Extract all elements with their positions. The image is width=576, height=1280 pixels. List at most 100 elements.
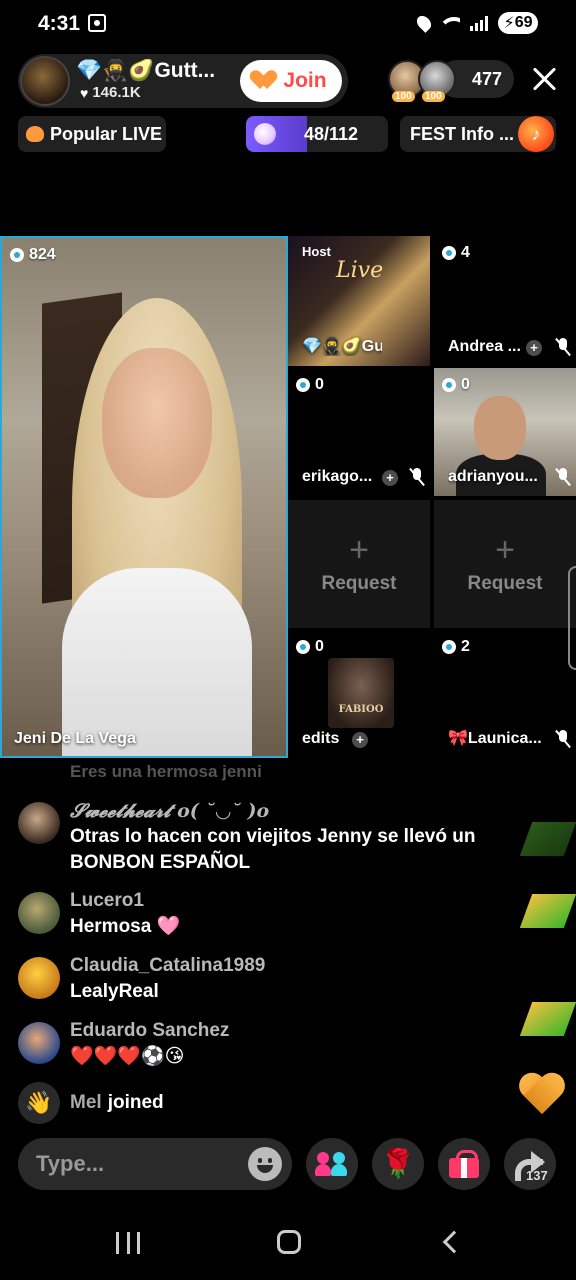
location-icon bbox=[414, 13, 434, 33]
host-name: 💎🥷🥑Gutt... bbox=[76, 59, 216, 82]
guest-tile-andrea[interactable]: 4 Andrea ... + bbox=[434, 236, 576, 366]
fest-info-label: FEST Info ... bbox=[410, 123, 514, 144]
chat-text: Otras lo hacen con viejitos Jenny se lle… bbox=[70, 826, 476, 873]
score-icon bbox=[10, 248, 24, 262]
viewer-avatar[interactable]: 100 bbox=[418, 60, 456, 102]
music-note-icon: ♪ bbox=[518, 116, 554, 152]
chat-text: LealyReal bbox=[70, 981, 159, 1002]
heart-icon bbox=[26, 126, 44, 142]
chat-username[interactable]: 𝓢𝔀𝓮𝓮𝓽𝓱𝓮𝓪𝓻𝓽 o( ˘◡˘ )o bbox=[70, 800, 269, 822]
goal-progress-text: 48/112 bbox=[304, 123, 359, 144]
guest-name: erikago... bbox=[302, 468, 373, 485]
chat-username[interactable]: Eduardo Sanchez bbox=[70, 1020, 229, 1042]
guest-tile-adrian[interactable]: 0 adrianyou... bbox=[434, 368, 576, 496]
rose-icon: 🌹 bbox=[380, 1148, 416, 1179]
chat-username[interactable]: Claudia_Catalina1989 bbox=[70, 955, 265, 977]
request-label: Request bbox=[467, 573, 543, 594]
guest-name: adrianyou... bbox=[448, 468, 538, 485]
battery-level: 69 bbox=[514, 14, 533, 31]
guest-score: 0 bbox=[296, 376, 324, 394]
score-icon bbox=[442, 246, 456, 260]
goal-progress[interactable]: 48/112 bbox=[246, 116, 388, 152]
guest-tile-edits[interactable]: FABIOO 0 edits + bbox=[288, 630, 430, 758]
guest-score-value: 824 bbox=[29, 246, 56, 263]
host-info[interactable]: 💎🥷🥑Gutt... ♥ 146.1K Join bbox=[18, 54, 348, 108]
signal-icon bbox=[470, 15, 488, 31]
request-slot-button[interactable]: + Request bbox=[434, 500, 576, 628]
guest-score-value: 0 bbox=[315, 638, 324, 655]
joined-username[interactable]: Mel bbox=[70, 1092, 102, 1114]
main-guest-video[interactable]: 824 Jeni De La Vega bbox=[0, 236, 288, 758]
request-slot-button[interactable]: + Request bbox=[288, 500, 430, 628]
people-icon bbox=[315, 1150, 349, 1178]
orb-icon bbox=[254, 123, 276, 145]
guest-score-value: 2 bbox=[461, 638, 470, 655]
guest-name: Jeni De La Vega bbox=[14, 730, 136, 747]
add-icon[interactable]: + bbox=[382, 470, 398, 486]
guest-tile-erika[interactable]: 0 erikago... + bbox=[288, 368, 430, 496]
score-icon bbox=[296, 640, 310, 654]
home-icon[interactable] bbox=[277, 1230, 301, 1254]
host-likes: ♥ 146.1K bbox=[80, 84, 141, 101]
chat-username[interactable]: Lucero1 bbox=[70, 890, 144, 912]
side-drawer-handle[interactable] bbox=[568, 566, 576, 670]
mic-off-icon bbox=[556, 468, 570, 486]
host-tile[interactable]: Host Live 💎🥷🥑Gutty ... bbox=[288, 236, 430, 366]
host-avatar[interactable] bbox=[20, 56, 70, 106]
heart-icon: ♥ bbox=[80, 84, 89, 101]
plus-icon: + bbox=[495, 531, 515, 569]
chat-avatar[interactable] bbox=[18, 802, 60, 844]
popular-live-button[interactable]: Popular LIVE bbox=[18, 116, 166, 152]
top-viewers[interactable]: 100 100 477 bbox=[388, 60, 514, 102]
comment-input[interactable]: Type... bbox=[18, 1138, 292, 1190]
request-label: Request bbox=[321, 573, 397, 594]
rose-gift-button[interactable]: 🌹 bbox=[372, 1138, 424, 1190]
viewer-badge: 100 bbox=[392, 91, 415, 102]
guest-tile-launica[interactable]: 2 🎀Launica... bbox=[434, 630, 576, 758]
guest-poster-image: FABIOO bbox=[328, 658, 394, 728]
join-notification: 👋 Mel joined bbox=[18, 1082, 164, 1124]
status-time: 4:31 bbox=[38, 12, 81, 35]
score-icon bbox=[442, 640, 456, 654]
wifi-icon bbox=[440, 15, 460, 31]
host-tile-name: 💎🥷🥑Gutty ... bbox=[302, 338, 382, 355]
guest-score: 824 bbox=[10, 246, 56, 264]
host-likes-count: 146.1K bbox=[92, 84, 141, 101]
chat-avatar[interactable] bbox=[18, 957, 60, 999]
viewer-badge: 100 bbox=[422, 91, 445, 102]
guest-face bbox=[474, 396, 526, 460]
guest-name: edits bbox=[302, 730, 340, 747]
recent-apps-icon[interactable] bbox=[116, 1232, 140, 1254]
chat-avatar[interactable] bbox=[18, 892, 60, 934]
wave-hand-icon: 👋 bbox=[18, 1082, 60, 1124]
gift-button[interactable] bbox=[438, 1138, 490, 1190]
guest-score-value: 0 bbox=[461, 376, 470, 393]
share-count: 137 bbox=[526, 1168, 548, 1183]
score-icon bbox=[442, 378, 456, 392]
score-icon bbox=[296, 378, 310, 392]
gift-animation bbox=[519, 1002, 576, 1036]
join-button[interactable]: Join bbox=[240, 60, 342, 102]
back-icon[interactable] bbox=[442, 1230, 466, 1254]
chat-avatar[interactable] bbox=[18, 1022, 60, 1064]
join-label: Join bbox=[283, 69, 327, 92]
add-icon[interactable]: + bbox=[526, 340, 542, 356]
fest-info-button[interactable]: FEST Info ... ♪ bbox=[400, 116, 556, 152]
emoji-icon[interactable] bbox=[248, 1147, 282, 1181]
joined-text: joined bbox=[107, 1092, 164, 1113]
add-icon[interactable]: + bbox=[352, 732, 368, 748]
chat-text: Hermosa 🩷 bbox=[70, 916, 181, 937]
guest-score-value: 0 bbox=[315, 376, 324, 393]
close-icon[interactable] bbox=[530, 64, 560, 94]
guest-name: 🎀Launica... bbox=[448, 730, 542, 747]
host-tag: Host bbox=[302, 244, 331, 259]
mic-off-icon bbox=[556, 338, 570, 356]
mic-off-icon bbox=[410, 468, 424, 486]
heart-plus-icon bbox=[255, 71, 277, 91]
guest-name: Andrea ... bbox=[448, 338, 521, 355]
battery-icon: ⚡ 69 bbox=[498, 12, 538, 34]
heart-gift-icon[interactable] bbox=[518, 1074, 566, 1118]
multi-guest-button[interactable] bbox=[306, 1138, 358, 1190]
mic-off-icon bbox=[556, 730, 570, 748]
guest-score: 0 bbox=[442, 376, 470, 394]
